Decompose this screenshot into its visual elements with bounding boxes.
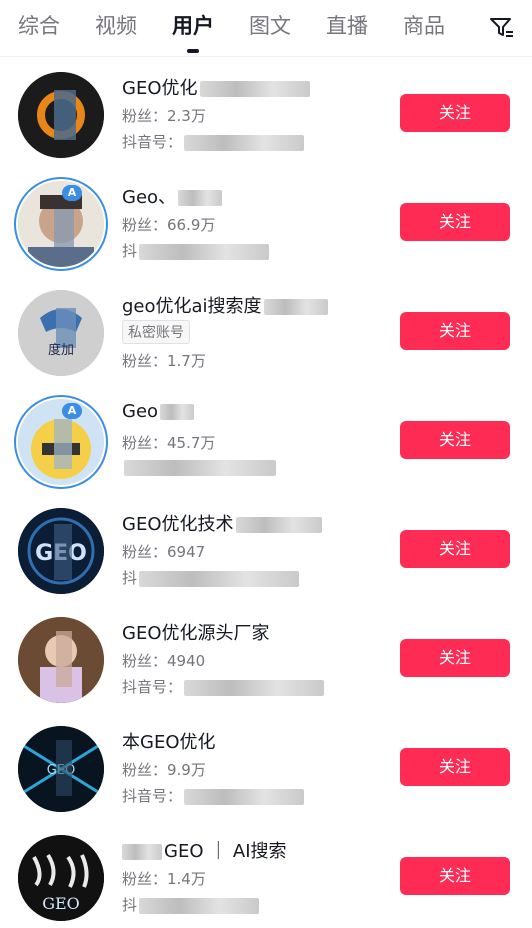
follow-button[interactable]: 关注 [400, 530, 510, 568]
douyin-id: 抖 [122, 894, 260, 915]
avatar[interactable]: GEO [18, 835, 104, 921]
tab-image-text[interactable]: 图文 [249, 12, 291, 40]
tab-comprehensive[interactable]: 综合 [18, 12, 60, 40]
verified-badge-icon: A [62, 185, 82, 201]
user-name[interactable]: GEO ｜ AI搜索 [122, 837, 287, 863]
user-name[interactable]: 本GEO优化 [122, 728, 216, 754]
user-name[interactable]: geo优化ai搜索度 [122, 292, 328, 318]
user-name[interactable]: Geo、 [122, 183, 223, 209]
follow-button[interactable]: 关注 [400, 203, 510, 241]
verified-badge-icon: A [62, 403, 82, 419]
fans-count: 粉丝：1.4万 [122, 870, 206, 888]
svg-text:GEO: GEO [42, 894, 80, 913]
user-row[interactable]: GEO GEO ｜ AI搜索 粉丝：1.4万 抖 关注 [0, 819, 532, 928]
avatar[interactable]: 度加 [18, 290, 104, 376]
follow-button[interactable]: 关注 [400, 748, 510, 786]
tab-live[interactable]: 直播 [326, 12, 368, 40]
douyin-id: 抖音号： [122, 785, 305, 806]
follow-button[interactable]: 关注 [400, 857, 510, 895]
avatar[interactable]: GEO [18, 726, 104, 812]
user-name[interactable]: GEO优化源头厂家 [122, 619, 270, 645]
fans-count: 粉丝：45.7万 [122, 434, 216, 452]
svg-text:度加: 度加 [48, 342, 74, 358]
fans-count: 粉丝：66.9万 [122, 216, 216, 234]
user-name[interactable]: Geo [122, 401, 195, 422]
douyin-id [122, 458, 276, 476]
user-row[interactable]: A Geo、 粉丝：66.9万 抖 关注 [0, 165, 532, 274]
douyin-id: 抖 [122, 567, 300, 588]
avatar[interactable] [18, 617, 104, 703]
fans-count: 粉丝：2.3万 [122, 107, 206, 125]
search-tab-bar: 综合 视频 用户 图文 直播 商品 [0, 0, 532, 57]
user-row[interactable]: GEO优化源头厂家 粉丝：4940 抖音号： 关注 [0, 601, 532, 710]
follow-button[interactable]: 关注 [400, 312, 510, 350]
user-row[interactable]: GEO GEO优化技术 粉丝：6947 抖 关注 [0, 492, 532, 601]
filter-icon[interactable] [488, 14, 514, 40]
avatar[interactable] [18, 72, 104, 158]
user-row[interactable]: A Geo 粉丝：45.7万 关注 [0, 383, 532, 492]
user-row[interactable]: GEO 本GEO优化 粉丝：9.9万 抖音号： 关注 [0, 710, 532, 819]
fans-count: 粉丝：1.7万 [122, 352, 206, 370]
tab-videos[interactable]: 视频 [95, 12, 137, 40]
follow-button[interactable]: 关注 [400, 421, 510, 459]
follow-button[interactable]: 关注 [400, 94, 510, 132]
douyin-id: 抖 [122, 240, 270, 261]
user-name[interactable]: GEO优化技术 [122, 510, 322, 536]
douyin-id: 抖音号： [122, 676, 325, 697]
avatar[interactable] [18, 181, 104, 267]
user-name[interactable]: GEO优化 [122, 74, 310, 100]
tab-users[interactable]: 用户 [172, 12, 214, 40]
fans-count: 粉丝：9.9万 [122, 761, 206, 779]
tab-products[interactable]: 商品 [403, 12, 445, 40]
private-account-tag: 私密账号 [122, 320, 190, 344]
user-row[interactable]: GEO优化 粉丝：2.3万 抖音号： 关注 [0, 56, 532, 165]
active-tab-indicator [187, 49, 199, 53]
fans-count: 粉丝：6947 [122, 543, 206, 561]
fans-count: 粉丝：4940 [122, 652, 206, 670]
follow-button[interactable]: 关注 [400, 639, 510, 677]
user-row[interactable]: 度加 geo优化ai搜索度 私密账号 粉丝：1.7万 关注 [0, 274, 532, 383]
avatar[interactable] [18, 399, 104, 485]
douyin-id: 抖音号： [122, 131, 305, 152]
avatar[interactable]: GEO [18, 508, 104, 594]
